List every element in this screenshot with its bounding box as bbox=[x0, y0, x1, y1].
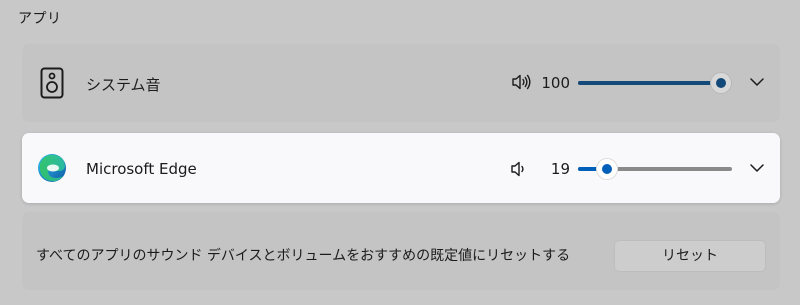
reset-description: すべてのアプリのサウンド デバイスとボリュームをおすすめの既定値にリセットする bbox=[36, 248, 571, 264]
reset-row: すべてのアプリのサウンド デバイスとボリュームをおすすめの既定値にリセットする … bbox=[22, 212, 780, 290]
chevron-down-icon[interactable] bbox=[748, 73, 766, 91]
volume-value: 100 bbox=[541, 74, 570, 92]
app-name: システム音 bbox=[86, 76, 161, 94]
app-row-microsoft-edge: Microsoft Edge 19 bbox=[22, 133, 780, 203]
speaker-device-icon bbox=[40, 67, 64, 99]
slider-thumb[interactable] bbox=[596, 158, 618, 180]
app-row-system-sounds: システム音 100 bbox=[22, 44, 780, 122]
section-title: アプリ bbox=[18, 11, 62, 27]
volume-slider[interactable] bbox=[578, 158, 732, 180]
speaker-volume-low-icon[interactable] bbox=[509, 159, 529, 179]
reset-button[interactable]: リセット bbox=[614, 240, 766, 272]
app-name: Microsoft Edge bbox=[86, 160, 197, 178]
volume-slider[interactable] bbox=[578, 72, 732, 94]
slider-fill bbox=[578, 81, 721, 85]
microsoft-edge-icon bbox=[38, 154, 66, 182]
slider-thumb[interactable] bbox=[710, 72, 732, 94]
volume-value: 19 bbox=[550, 160, 570, 178]
speaker-volume-high-icon[interactable] bbox=[511, 72, 531, 92]
chevron-down-icon[interactable] bbox=[748, 159, 766, 177]
